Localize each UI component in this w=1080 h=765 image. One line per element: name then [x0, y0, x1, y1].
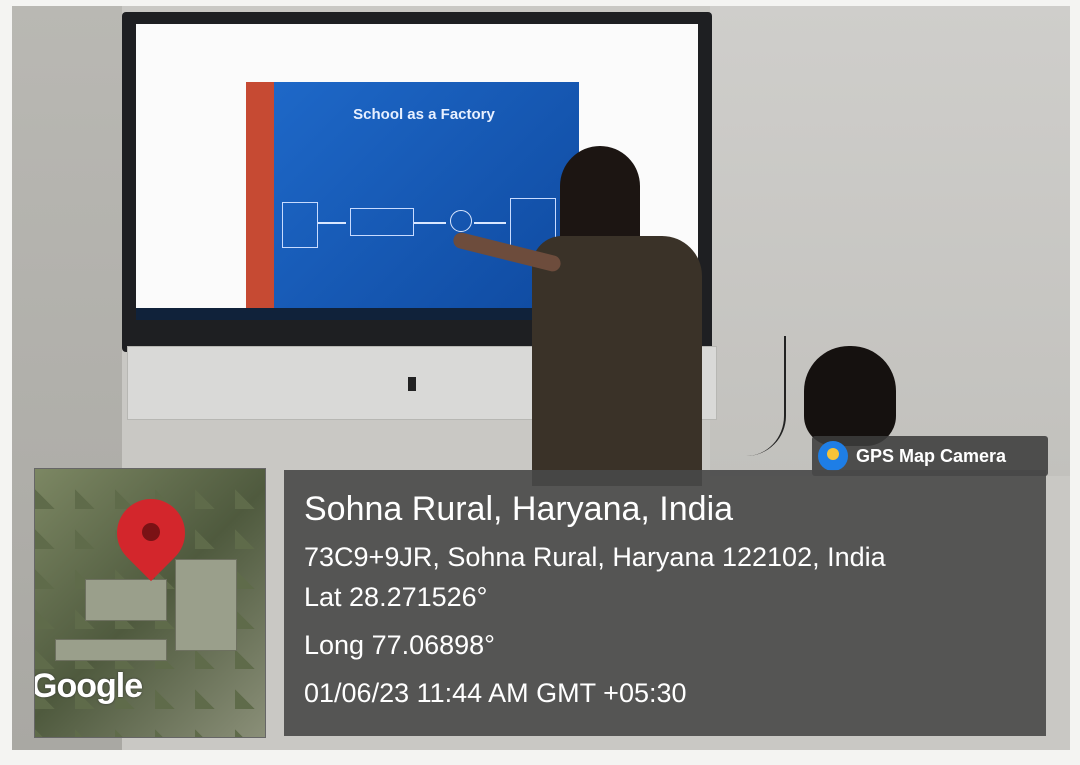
google-watermark: Google — [34, 667, 143, 705]
slide-arrow — [318, 222, 346, 224]
slide-arrow — [474, 222, 506, 224]
slide-box-left — [282, 202, 318, 248]
map-building — [175, 559, 237, 651]
slide-box-teaching — [350, 208, 414, 236]
presentation-slide: School as a Factory — [246, 82, 579, 308]
gps-info-panel: Sohna Rural, Haryana, India 73C9+9JR, So… — [284, 470, 1046, 736]
slide-title: School as a Factory — [353, 106, 495, 123]
timestamp: 01/06/23 11:44 AM GMT +05:30 — [304, 678, 687, 708]
map-building — [85, 579, 167, 621]
power-button — [408, 377, 416, 391]
latitude: Lat 28.271526° — [304, 582, 488, 612]
presenter-body — [532, 236, 702, 486]
map-pin-dot — [142, 523, 160, 541]
location-address: 73C9+9JR, Sohna Rural, Haryana 122102, I… — [304, 542, 886, 572]
student-head — [804, 346, 896, 446]
longitude: Long 77.06898° — [304, 630, 495, 660]
gps-map-camera-label: GPS Map Camera — [856, 446, 1007, 466]
gps-map-camera-icon — [818, 441, 848, 471]
slide-arrow — [414, 222, 446, 224]
satellite-map-thumbnail: Google — [34, 468, 266, 738]
location-place: Sohna Rural, Haryana, India — [304, 490, 734, 528]
presenter — [451, 146, 702, 486]
slide-cross-circle — [450, 210, 472, 232]
power-cable — [724, 336, 786, 456]
map-building — [55, 639, 167, 661]
